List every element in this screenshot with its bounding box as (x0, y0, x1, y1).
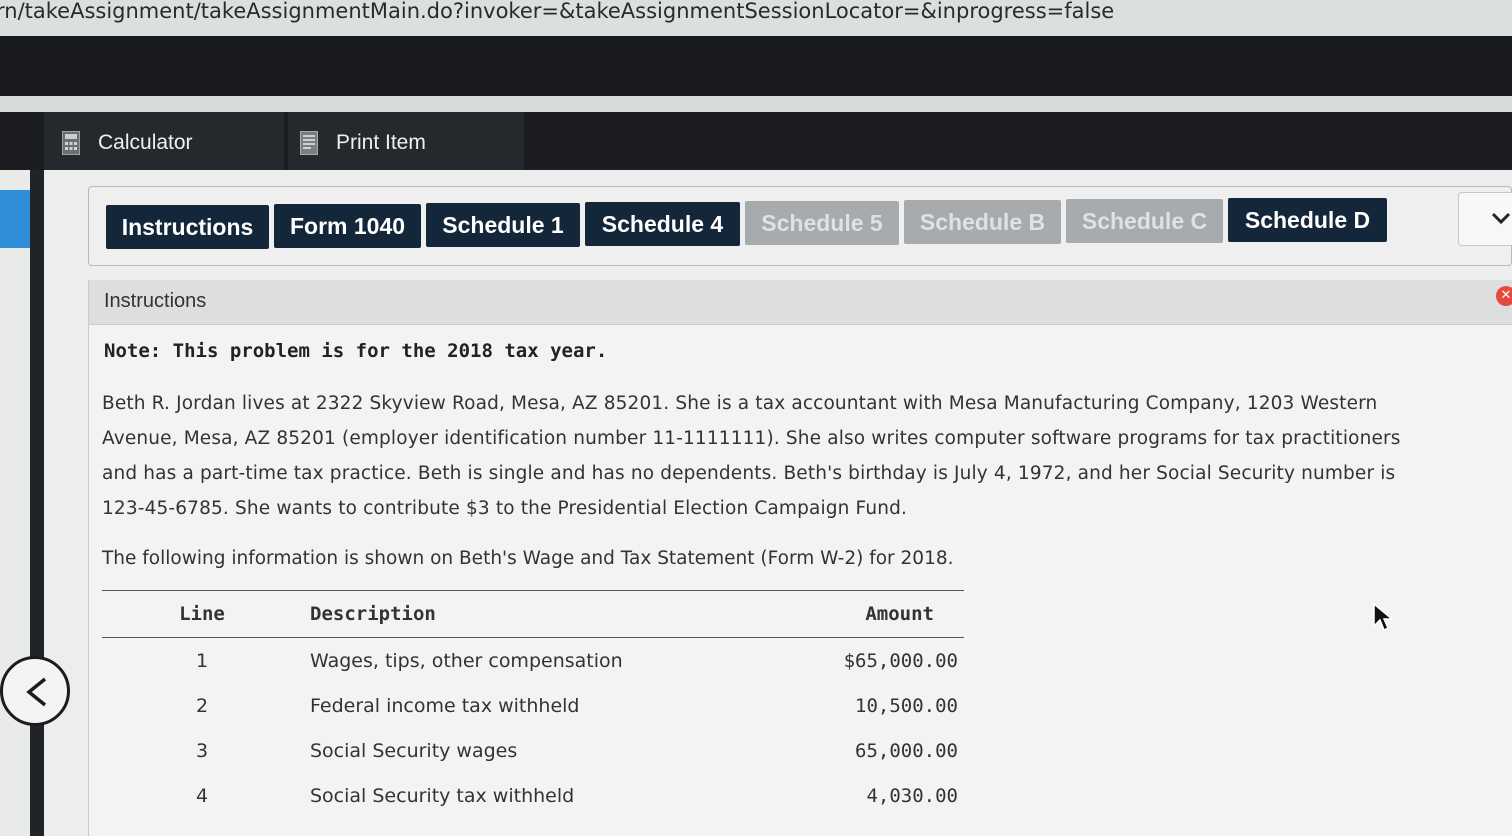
header-line: Line (102, 590, 302, 638)
browser-address-bar[interactable]: rn/takeAssignment/takeAssignmentMain.do?… (0, 0, 1512, 36)
browser-chrome-band (0, 36, 1512, 96)
print-item-label: Print Item (336, 131, 426, 154)
cell-amount: $65,000.00 (843, 649, 958, 672)
cell-description: Federal income tax withheld (310, 694, 580, 717)
cell-amount: 10,500.00 (855, 694, 958, 717)
header-amount: Amount (830, 590, 964, 638)
tab-instructions[interactable]: Instructions (106, 205, 269, 249)
cell-line: 1 (195, 649, 209, 672)
panel-header: Instructions (89, 280, 1512, 325)
cell-line: 2 (195, 694, 209, 717)
cell-description: Social Security tax withheld (310, 784, 575, 807)
header-description: Description (302, 590, 830, 638)
cell-line: 4 (195, 784, 209, 807)
cell-line: 3 (195, 739, 209, 762)
cell-description: Social Security wages (310, 739, 518, 762)
table-row: 1 Wages, tips, other compensation $65,00… (102, 638, 964, 684)
close-icon[interactable]: ✕ (1496, 286, 1512, 306)
tab-schedule-5: Schedule 5 (745, 201, 899, 245)
calculator-icon (62, 131, 80, 155)
cell-description: Wages, tips, other compensation (310, 649, 623, 672)
back-arrow-icon (26, 677, 47, 707)
calculator-button[interactable]: Calculator (62, 130, 193, 156)
paragraph-line: Avenue, Mesa, AZ 85201 (employer identif… (102, 428, 1401, 449)
paragraph-line: and has a part-time tax practice. Beth i… (102, 463, 1396, 484)
address-url: rn/takeAssignment/takeAssignmentMain.do?… (0, 0, 1115, 23)
tab-schedule-1[interactable]: Schedule 1 (426, 203, 580, 247)
panel-title: Instructions (104, 290, 207, 312)
print-item-button[interactable]: Print Item (300, 130, 426, 156)
w2-table: Line Description Amount 1 Wages, tips, o… (102, 590, 964, 818)
calculator-label: Calculator (98, 131, 193, 154)
tab-schedule-b: Schedule B (904, 200, 1061, 244)
back-button[interactable] (0, 656, 70, 726)
paragraph-line: Beth R. Jordan lives at 2322 Skyview Roa… (102, 393, 1378, 414)
more-tabs-dropdown[interactable] (1458, 192, 1512, 246)
problem-paragraph: Beth R. Jordan lives at 2322 Skyview Roa… (102, 386, 1502, 526)
print-icon (300, 131, 318, 155)
side-accent (0, 190, 30, 248)
tab-schedule-d[interactable]: Schedule D (1228, 198, 1387, 242)
tab-schedule-c: Schedule C (1066, 199, 1223, 243)
w2-intro-text: The following information is shown on Be… (102, 548, 954, 569)
tab-schedule-4[interactable]: Schedule 4 (585, 202, 740, 246)
table-row: 4 Social Security tax withheld 4,030.00 (102, 773, 964, 818)
chevron-down-icon (1491, 212, 1511, 225)
left-rail (30, 170, 44, 836)
table-row: 3 Social Security wages 65,000.00 (102, 728, 964, 773)
tab-form-1040[interactable]: Form 1040 (274, 204, 421, 248)
table-header-row: Line Description Amount (102, 590, 964, 638)
mouse-cursor-icon (1373, 602, 1394, 632)
assignment-toolbar: Calculator Print Item (0, 112, 1512, 170)
divider-band (0, 96, 1512, 112)
tax-year-note: Note: This problem is for the 2018 tax y… (104, 340, 608, 362)
table-row: 2 Federal income tax withheld 10,500.00 (102, 683, 964, 728)
paragraph-line: 123-45-6785. She wants to contribute $3 … (102, 498, 907, 519)
cell-amount: 65,000.00 (855, 739, 958, 762)
cell-amount: 4,030.00 (866, 784, 958, 807)
